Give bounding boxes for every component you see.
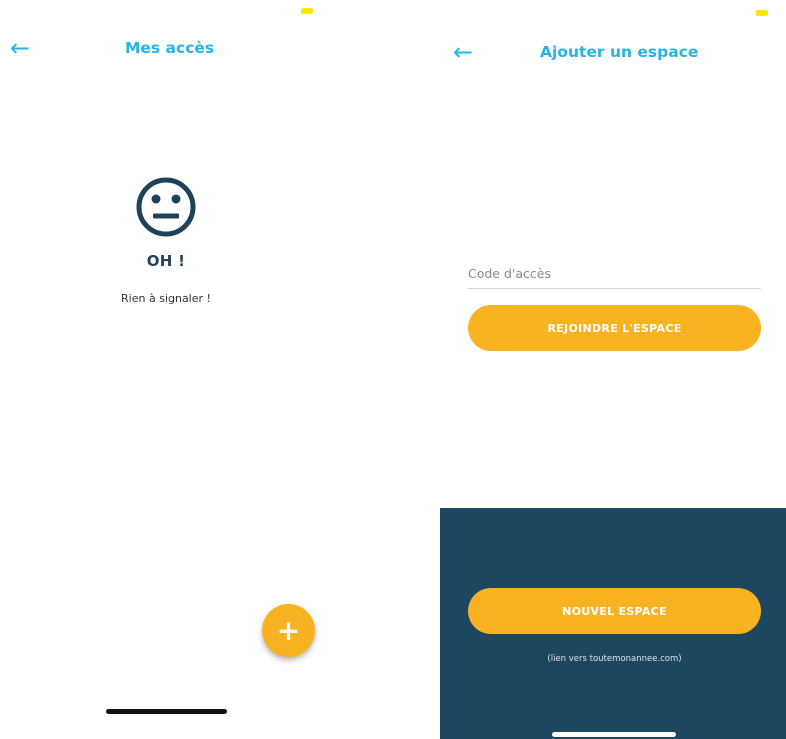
new-space-button[interactable]: NOUVEL ESPACE <box>468 588 761 634</box>
neutral-face-icon <box>136 177 196 237</box>
plus-icon: + <box>276 613 301 647</box>
add-space-fab-button[interactable]: + <box>262 604 315 657</box>
status-indicator <box>301 8 313 14</box>
page-title: Mes accès <box>125 39 215 57</box>
join-space-button[interactable]: REJOINDRE L'ESPACE <box>468 305 761 351</box>
ajouter-espace-screen: ← Ajouter un espace REJOINDRE L'ESPACE N… <box>440 0 786 739</box>
link-note: (lien vers toutemonannee.com) <box>547 654 682 664</box>
back-arrow-icon[interactable]: ← <box>10 36 30 60</box>
page-title: Ajouter un espace <box>540 43 699 61</box>
home-indicator <box>552 732 676 737</box>
new-space-panel: NOUVEL ESPACE (lien vers toutemonannee.c… <box>440 508 786 739</box>
mes-acces-screen: ← Mes accès OH ! Rien à signaler ! + <box>0 0 340 739</box>
home-indicator <box>106 709 227 714</box>
access-code-input[interactable] <box>468 258 761 289</box>
empty-state-title: OH ! <box>146 252 186 270</box>
empty-state-message: Rien à signaler ! <box>121 292 211 305</box>
status-indicator <box>756 10 768 16</box>
back-arrow-icon[interactable]: ← <box>453 40 473 64</box>
